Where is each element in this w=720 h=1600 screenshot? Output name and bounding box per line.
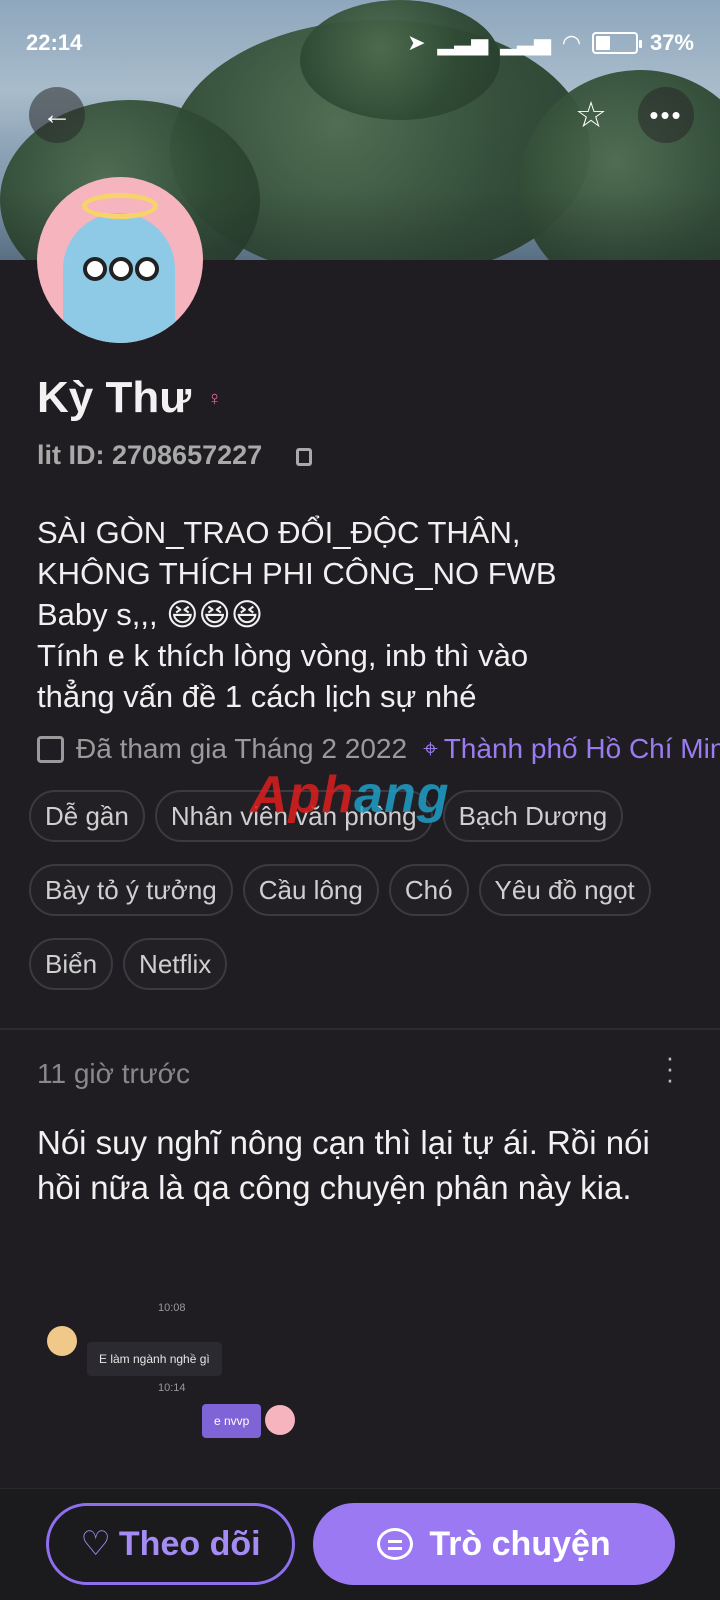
avatar[interactable]	[37, 177, 203, 343]
follow-button[interactable]: ♡ Theo dõi	[46, 1503, 295, 1585]
signal-icon-2: ▂▃▅	[500, 30, 552, 55]
chat-avatar	[47, 1326, 77, 1356]
bio-line: Tính e k thích lòng vòng, inb thì vào	[37, 638, 529, 673]
status-bar: 22:14 ➤ ▂▃▅ ▂▃▅ ◠ 37%	[0, 0, 720, 86]
tag-chip[interactable]: Biển	[29, 938, 114, 990]
star-icon: ☆	[574, 94, 608, 135]
battery-percent: 37%	[649, 30, 694, 55]
location-arrow-icon: ➤	[407, 30, 426, 55]
divider	[0, 1028, 720, 1030]
post-more-button[interactable]: · · ·	[660, 1044, 680, 1092]
tag-chip[interactable]: Cầu lông	[242, 864, 379, 916]
more-options-button[interactable]: •••	[638, 87, 694, 143]
signal-icon: ▂▃▅	[437, 30, 489, 55]
tag-chip[interactable]: Dễ gần	[29, 790, 145, 842]
more-horizontal-icon: •••	[649, 99, 683, 130]
chat-timestamp: 10:14	[158, 1382, 186, 1394]
heart-plus-icon: ♡	[80, 1525, 111, 1563]
location-pin-icon: ⌖	[423, 733, 438, 763]
bio-line: thẳng vấn đề 1 cách lịch sự nhé	[37, 679, 477, 714]
profile-bio: SÀI GÒN_TRAO ĐỔI_ĐỘC THÂN, KHÔNG THÍCH P…	[37, 512, 687, 717]
chat-avatar	[265, 1405, 295, 1435]
bottom-action-bar: ♡ Theo dõi Trò chuyện	[0, 1488, 720, 1600]
tag-chip[interactable]: Yêu đồ ngọt	[478, 864, 651, 916]
bio-line: SÀI GÒN_TRAO ĐỔI_ĐỘC THÂN,	[37, 515, 521, 550]
profile-meta: Đã tham gia Tháng 2 2022 ⌖ Thành phố Hồ …	[37, 733, 720, 765]
follow-label: Theo dõi	[118, 1524, 261, 1563]
female-gender-icon: ♀	[207, 388, 222, 410]
wifi-icon: ◠	[563, 30, 580, 55]
status-time: 22:14	[26, 30, 83, 55]
chat-label: Trò chuyện	[429, 1524, 611, 1563]
bio-line: KHÔNG THÍCH PHI CÔNG_NO FWB	[37, 556, 557, 591]
post-text: Nói suy nghĩ nông cạn thì lại tự ái. Rồi…	[37, 1124, 650, 1206]
battery-icon	[591, 32, 642, 54]
favorite-button[interactable]: ☆	[563, 87, 619, 143]
watermark: Aphang	[250, 766, 450, 824]
location-text: Thành phố Hồ Chí Minh	[443, 733, 720, 764]
copy-icon[interactable]	[296, 448, 312, 466]
post-time: 11 giờ trước	[37, 1058, 190, 1089]
tag-chip[interactable]: Bày tỏ ý tưởng	[29, 864, 233, 916]
back-button[interactable]: ←	[29, 87, 85, 143]
chat-timestamp: 10:08	[158, 1302, 186, 1314]
chat-button[interactable]: Trò chuyện	[313, 1503, 675, 1585]
chat-message-outgoing: e nvvp	[202, 1404, 262, 1438]
profile-name: Kỳ Thư	[37, 373, 192, 422]
calendar-icon	[37, 735, 64, 763]
chat-message-incoming: E làm ngành nghề gì	[87, 1342, 222, 1376]
arrow-left-icon: ←	[42, 98, 72, 131]
post-image-chat-screenshot[interactable]: 10:08 E làm ngành nghề gì 10:14 e nvvp	[30, 1302, 690, 1460]
tag-chip[interactable]: Chó	[388, 864, 469, 916]
tag-chip[interactable]: Bạch Dương	[442, 790, 624, 842]
lit-id: lit ID: 2708657227	[37, 440, 263, 470]
joined-date: Đã tham gia Tháng 2 2022	[76, 733, 408, 764]
chat-bubble-icon	[377, 1528, 414, 1560]
bio-line: Baby s,,, 😆😆😆	[37, 597, 264, 632]
tag-chip[interactable]: Netflix	[123, 938, 228, 990]
